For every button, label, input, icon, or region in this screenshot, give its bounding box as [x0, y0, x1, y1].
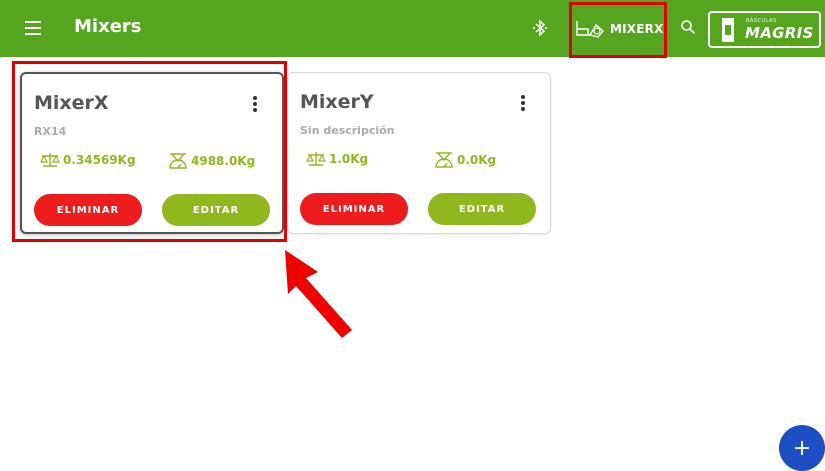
mixer-card[interactable]: MixerY Sin descripción 1.0Kg 0.0Kg ELIMI…	[287, 72, 551, 234]
weight-value-1: 1.0Kg	[329, 152, 369, 166]
weight-metric-1: 1.0Kg	[306, 151, 368, 167]
delete-button[interactable]: ELIMINAR	[300, 193, 408, 225]
highlight-mixer-selector	[569, 2, 667, 58]
bluetooth-icon[interactable]	[532, 18, 548, 38]
menu-icon[interactable]	[25, 21, 41, 35]
annotation-arrow-icon	[285, 250, 352, 338]
edit-button[interactable]: EDITAR	[428, 193, 536, 225]
more-vert-icon[interactable]	[521, 95, 525, 111]
logo-mark-icon	[722, 18, 734, 42]
balance-scale-icon	[306, 152, 326, 166]
add-mixer-button[interactable]: +	[779, 425, 825, 471]
page-title: Mixers	[74, 16, 142, 37]
hanging-scale-icon	[435, 152, 453, 168]
mixer-name: MixerY	[300, 91, 374, 113]
app-bar: Mixers MIXERX BÁSCULAS MAGRIS	[0, 0, 825, 57]
search-icon[interactable]	[680, 19, 696, 35]
highlight-selected-card	[12, 61, 287, 242]
add-icon: +	[792, 435, 812, 461]
mixer-description: Sin descripción	[300, 124, 395, 137]
weight-value-2: 0.0Kg	[457, 153, 497, 167]
brand-logo: BÁSCULAS MAGRIS	[708, 11, 821, 48]
weight-metric-2: 0.0Kg	[434, 151, 496, 169]
logo-text: MAGRIS	[745, 24, 814, 42]
